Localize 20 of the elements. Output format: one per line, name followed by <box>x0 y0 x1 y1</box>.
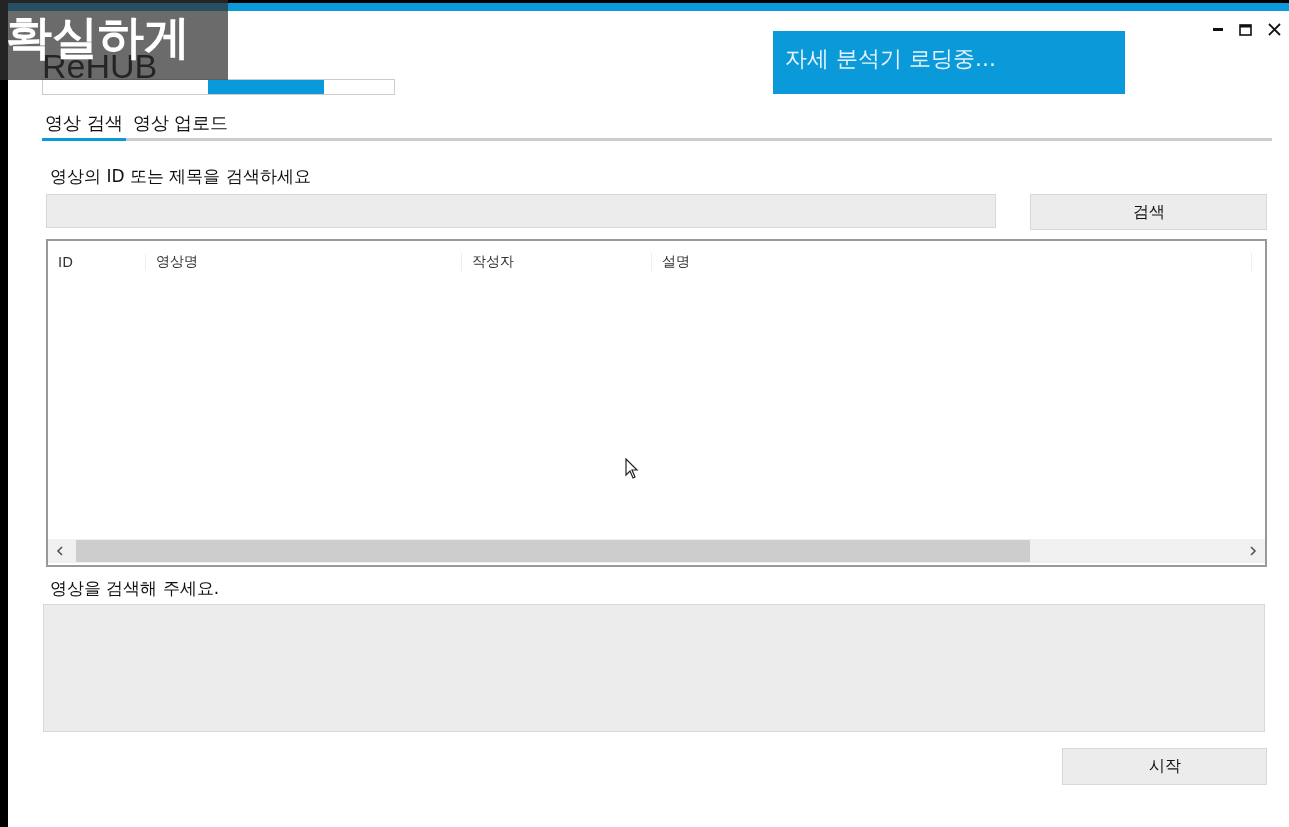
scroll-thumb[interactable] <box>76 540 1030 562</box>
column-header[interactable]: 작성자 <box>462 253 652 271</box>
status-label: 영상을 검색해 주세요. <box>50 577 221 600</box>
close-icon[interactable] <box>1268 23 1281 36</box>
search-label: 영상의 ID 또는 제목을 검색하세요 <box>50 165 312 188</box>
column-header[interactable]: 설명 <box>652 253 1252 271</box>
cursor-icon <box>625 458 639 480</box>
loading-banner: 자세 분석기 로딩중... <box>773 31 1125 94</box>
scroll-right-icon[interactable] <box>1249 546 1257 556</box>
tab[interactable]: 영상 업로드 <box>129 107 232 141</box>
search-button[interactable]: 검색 <box>1030 194 1267 230</box>
column-header[interactable]: 영상명 <box>146 253 462 271</box>
maximize-icon[interactable] <box>1239 23 1252 36</box>
minimize-icon[interactable] <box>1213 27 1223 32</box>
scroll-left-icon[interactable] <box>56 546 64 556</box>
start-button[interactable]: 시작 <box>1062 748 1267 785</box>
horizontal-scrollbar[interactable] <box>48 539 1265 563</box>
tab[interactable]: 영상 검색 <box>42 107 126 141</box>
column-header[interactable]: ID <box>48 254 146 270</box>
search-field[interactable] <box>46 194 996 228</box>
